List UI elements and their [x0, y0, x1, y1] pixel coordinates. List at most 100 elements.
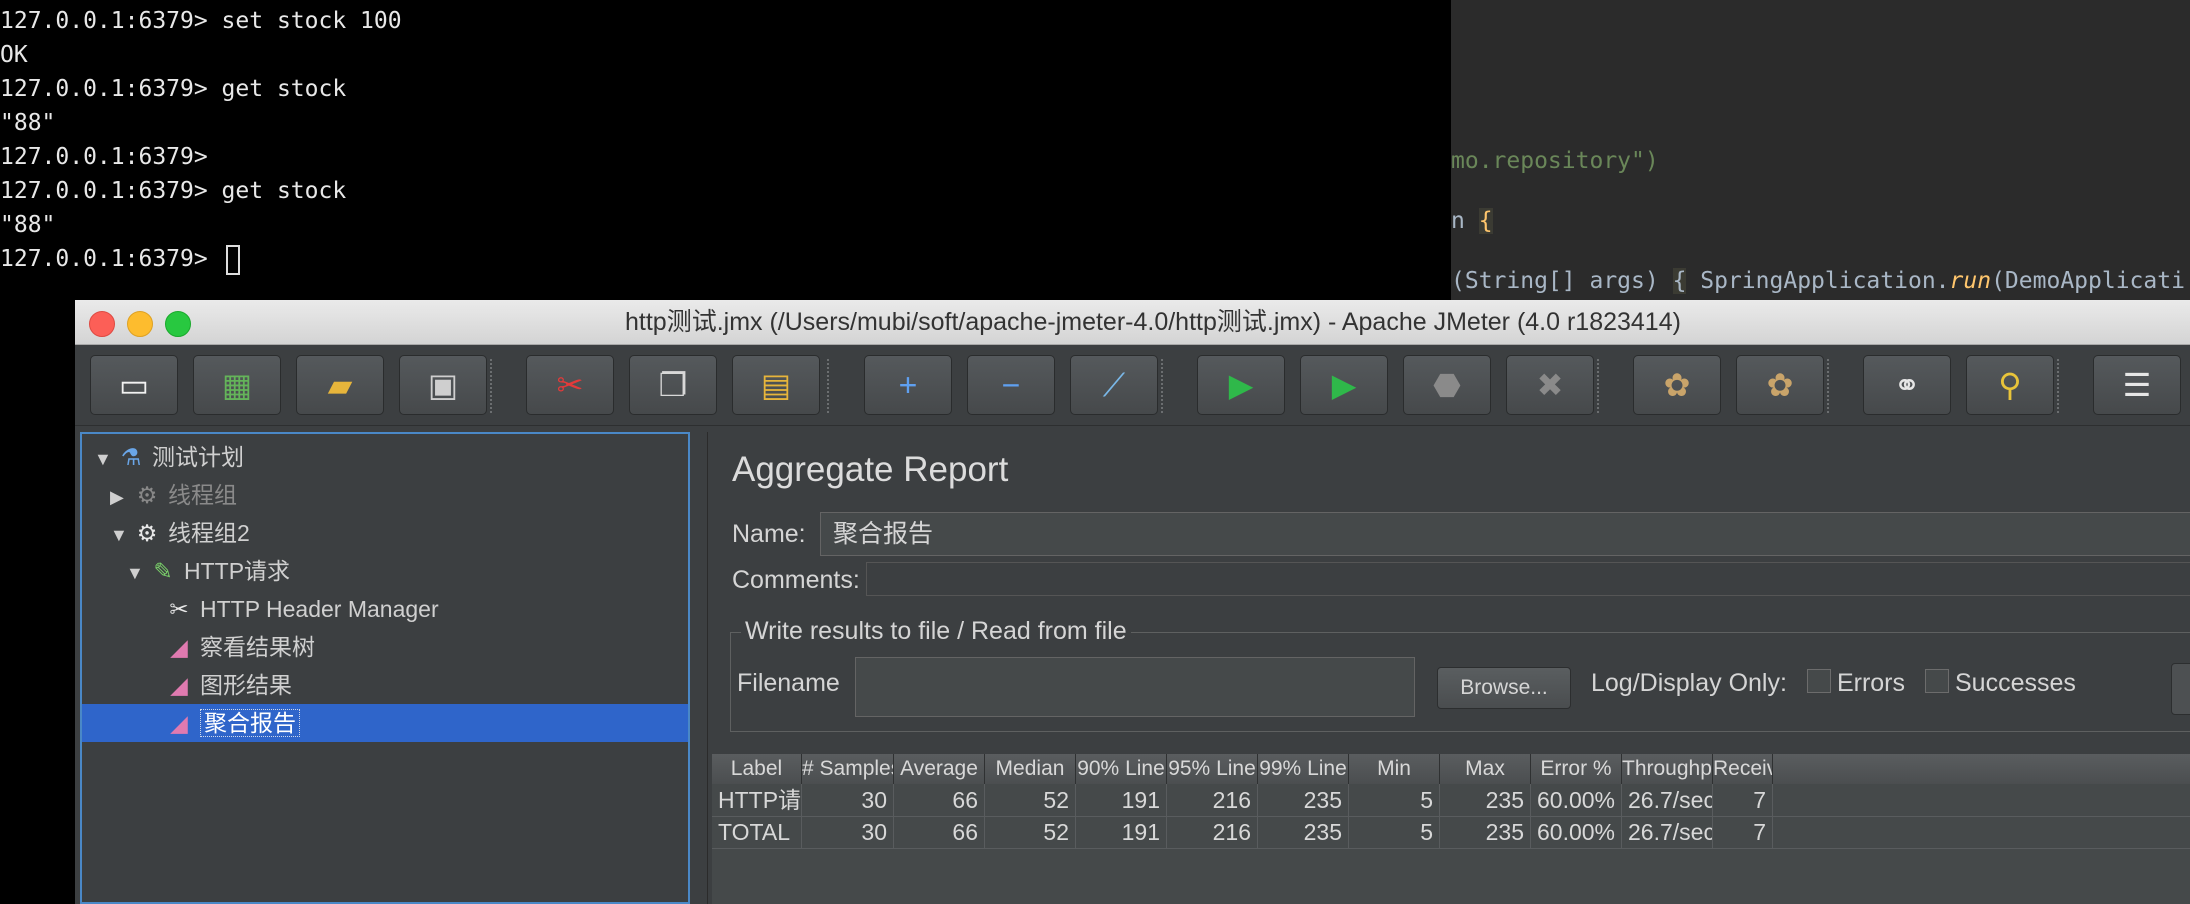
successes-label: Successes	[1955, 669, 2076, 697]
expanded-arrow-icon[interactable]: ▼	[94, 440, 116, 478]
name-label: Name:	[732, 520, 806, 548]
code-token: (DemoApplicati	[1991, 268, 2185, 294]
templates-icon: ▦	[221, 367, 253, 403]
table-cell: 66	[894, 816, 985, 848]
function-helper-icon: ☰	[2122, 367, 2152, 403]
tree-item[interactable]: ▼ ⚙ 线程组2	[110, 514, 250, 552]
collapse-button[interactable]: −	[967, 355, 1055, 415]
reset-search-button[interactable]: ⚲	[1966, 355, 2054, 415]
filename-input[interactable]	[855, 657, 1415, 717]
close-window-button[interactable]	[89, 311, 115, 337]
comments-input[interactable]	[866, 562, 2190, 596]
collapse-icon: −	[1001, 367, 1021, 403]
function-helper-button[interactable]: ☰	[2093, 355, 2181, 415]
toggle-button[interactable]: ⟋	[1070, 355, 1158, 415]
new-button[interactable]: ▭	[90, 355, 178, 415]
successes-checkbox[interactable]	[1925, 669, 1949, 694]
minimize-window-button[interactable]	[127, 311, 153, 337]
tree-item[interactable]: ◢ 察看结果树	[142, 628, 315, 666]
listener-icon: ◢	[170, 710, 188, 736]
code-editor[interactable]: mo.repository") n { (String[] args) { Sp…	[1451, 0, 2190, 300]
cut-button[interactable]: ✂	[526, 355, 614, 415]
search-button[interactable]: ⚭	[1863, 355, 1951, 415]
terminal-line: 127.0.0.1:6379>	[0, 144, 222, 170]
templates-button[interactable]: ▦	[193, 355, 281, 415]
toolbar-separator	[1161, 359, 1165, 413]
table-cell: 30	[802, 816, 894, 848]
tree-item[interactable]: ◢ 图形结果	[142, 666, 292, 704]
open-button[interactable]: ▰	[296, 355, 384, 415]
cut-icon: ✂	[556, 367, 584, 403]
tree-item-label: 测试计划	[152, 444, 244, 470]
expand-button[interactable]: +	[864, 355, 952, 415]
shutdown-button[interactable]: ✖	[1506, 355, 1594, 415]
column-header[interactable]: 99% Line	[1258, 754, 1349, 784]
column-header[interactable]: Error %	[1531, 754, 1622, 784]
tree-item[interactable]: ▼ ⚗ 测试计划	[94, 438, 244, 476]
tree-item[interactable]: ▼ ✎ HTTP请求	[126, 552, 290, 590]
code-token: {	[1478, 208, 1493, 234]
table-cell: 5	[1349, 816, 1440, 848]
start-no-pauses-button[interactable]: ▶	[1300, 355, 1388, 415]
stop-button[interactable]: ⬣	[1403, 355, 1491, 415]
thread-group-icon: ⚙	[136, 482, 158, 508]
tree-item-label: 聚合报告	[200, 709, 300, 737]
code-token: run	[1949, 268, 1992, 294]
table-cell: 235	[1258, 816, 1349, 848]
copy-button[interactable]: ❐	[629, 355, 717, 415]
column-header[interactable]: Average	[894, 754, 985, 784]
tree-item-label: 线程组2	[168, 520, 250, 546]
title-bar[interactable]: http测试.jmx (/Users/mubi/soft/apache-jmet…	[75, 300, 2190, 345]
paste-icon: ▤	[760, 367, 792, 403]
expanded-arrow-icon[interactable]: ▼	[126, 554, 148, 592]
table-cell: HTTP请求	[712, 784, 802, 816]
column-header[interactable]: 90% Line	[1076, 754, 1167, 784]
terminal-line: OK	[0, 42, 28, 68]
expanded-arrow-icon[interactable]: ▼	[110, 516, 132, 554]
terminal-prompt-line[interactable]: 127.0.0.1:6379>	[0, 244, 240, 275]
table-row[interactable]: TOTAL 30 66 52 191 216 235 5 235 60.00% 26.7/sec 7	[712, 816, 2190, 849]
table-cell: 26.7/sec	[1622, 816, 1713, 848]
save-icon: ▣	[427, 367, 459, 403]
test-plan-tree[interactable]: ▼ ⚗ 测试计划 ▶ ⚙ 线程组 ▼ ⚙ 线程组2 ▼ ✎ HTTP请求 ✂ HTTP Header Ma…	[80, 432, 690, 904]
name-input[interactable]: 聚合报告	[820, 512, 2190, 556]
column-header[interactable]: Label	[712, 754, 802, 784]
toolbar-separator	[827, 359, 831, 413]
tree-item[interactable]: ✂ HTTP Header Manager	[142, 590, 438, 628]
table-header: Label # Samples Average Median 90% Line 95% L…	[712, 754, 2190, 784]
paste-button[interactable]: ▤	[732, 355, 820, 415]
log-display-options: Log/Display Only: Errors Successes	[1591, 669, 2076, 698]
column-header[interactable]: Throughp...	[1622, 754, 1713, 784]
maximize-window-button[interactable]	[165, 311, 191, 337]
table-row[interactable]: HTTP请求306652191216235523560.00%26.7/sec7	[712, 784, 2190, 817]
results-table[interactable]: Label # Samples Average Median 90% Line 95% L…	[712, 754, 2190, 904]
sampler-icon: ✎	[153, 558, 173, 584]
column-header[interactable]: Receive	[1713, 754, 1773, 784]
start-button[interactable]: ▶	[1197, 355, 1285, 415]
column-header[interactable]: # Samples	[802, 754, 894, 784]
redis-terminal[interactable]: 127.0.0.1:6379> set stock 100 OK 127.0.0…	[0, 0, 1451, 300]
code-line: (String[] args) { SpringApplication.run(…	[1451, 264, 2185, 298]
configure-button[interactable]	[2171, 663, 2190, 715]
column-header[interactable]: Median	[985, 754, 1076, 784]
column-header[interactable]: Min	[1349, 754, 1440, 784]
shutdown-icon: ✖	[1536, 367, 1564, 403]
start-icon: ▶	[1228, 367, 1254, 403]
thread-group-icon: ⚙	[136, 520, 158, 546]
clear-all-button[interactable]: ✿	[1736, 355, 1824, 415]
errors-checkbox[interactable]	[1806, 669, 1831, 694]
tree-item-label: 察看结果树	[200, 634, 315, 660]
comments-row: Comments:	[726, 560, 2190, 600]
column-header[interactable]: 95% Line	[1167, 754, 1258, 784]
tree-item[interactable]: ◢ 聚合报告	[142, 704, 300, 742]
table-cell: 235	[1258, 784, 1349, 816]
tree-item[interactable]: ▶ ⚙ 线程组	[110, 476, 237, 514]
column-header[interactable]: Max	[1440, 754, 1531, 784]
save-button[interactable]: ▣	[399, 355, 487, 415]
browse-button[interactable]: Browse...	[1437, 667, 1571, 709]
table-cell: 216	[1167, 784, 1258, 816]
clear-button[interactable]: ✿	[1633, 355, 1721, 415]
table-cell: 191	[1076, 816, 1167, 848]
start-no-pauses-icon: ▶	[1331, 367, 1357, 403]
collapsed-arrow-icon[interactable]: ▶	[110, 478, 132, 516]
